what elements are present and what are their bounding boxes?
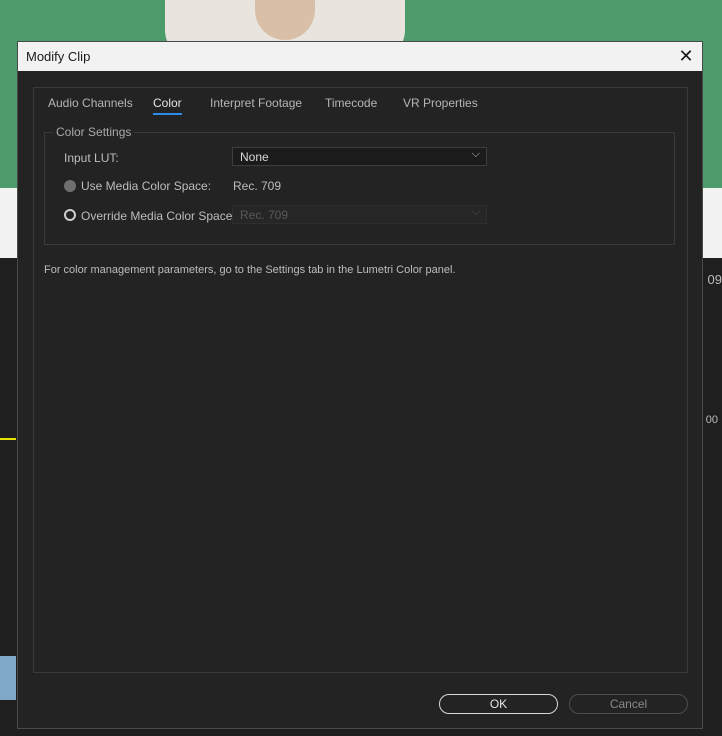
use-media-color-space-radio[interactable] <box>64 180 76 192</box>
dialog-title: Modify Clip <box>26 49 91 64</box>
timeline-timecode: 09 <box>707 272 722 287</box>
chevron-down-icon: ⌵ <box>471 148 480 160</box>
ok-button[interactable]: OK <box>439 694 558 714</box>
override-color-space-value: Rec. 709 <box>240 208 289 222</box>
override-media-color-space-radio[interactable] <box>64 209 76 221</box>
playhead-marker <box>0 438 16 440</box>
color-settings-legend: Color Settings <box>53 125 135 139</box>
input-lut-value: None <box>240 150 269 164</box>
tab-bar: Audio Channels Color Interpret Footage T… <box>34 88 687 118</box>
override-color-space-select[interactable]: Rec. 709 ⌵ <box>232 205 487 224</box>
input-lut-label: Input LUT: <box>64 151 119 165</box>
clip-thumbnail[interactable] <box>0 656 16 700</box>
use-media-color-space-value: Rec. 709 <box>233 179 282 193</box>
tab-interpret-footage[interactable]: Interpret Footage <box>210 96 302 110</box>
tab-color[interactable]: Color <box>153 96 182 115</box>
tab-audio-channels[interactable]: Audio Channels <box>48 96 133 110</box>
use-media-color-space-label: Use Media Color Space: <box>81 179 212 193</box>
override-media-color-space-label: Override Media Color Space: <box>81 209 236 223</box>
input-lut-select[interactable]: None ⌵ <box>232 147 487 166</box>
timeline-ruler-label: 00 <box>705 414 718 426</box>
tab-vr-properties[interactable]: VR Properties <box>403 96 478 110</box>
dialog-content: Audio Channels Color Interpret Footage T… <box>33 87 688 673</box>
chevron-down-icon: ⌵ <box>471 206 480 218</box>
cancel-button[interactable]: Cancel <box>569 694 688 714</box>
tab-timecode[interactable]: Timecode <box>325 96 377 110</box>
color-settings-group: Color Settings Input LUT: None ⌵ Use Med… <box>44 125 675 245</box>
modify-clip-dialog: Modify Clip ✕ Audio Channels Color Inter… <box>17 41 703 729</box>
close-icon[interactable]: ✕ <box>670 42 702 71</box>
dialog-titlebar: Modify Clip ✕ <box>18 42 702 71</box>
color-management-note: For color management parameters, go to t… <box>44 264 456 276</box>
